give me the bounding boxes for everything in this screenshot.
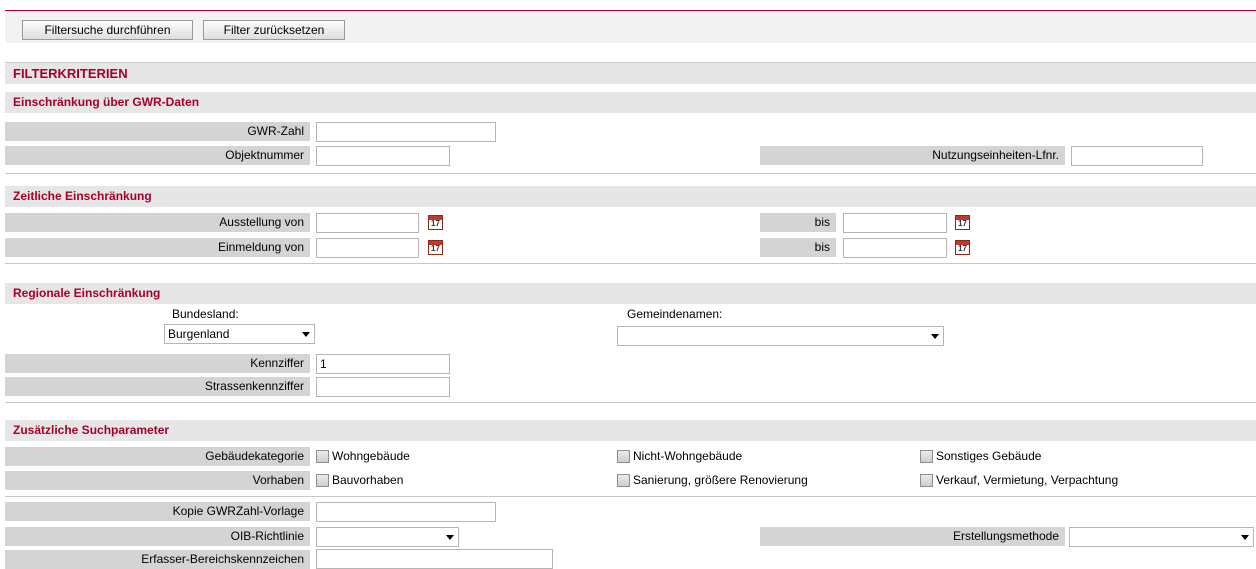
divider — [5, 402, 1256, 403]
gwr-zahl-label: GWR-Zahl — [5, 122, 310, 141]
objektnummer-label: Objektnummer — [5, 146, 310, 165]
gebaeudekategorie-label: Gebäudekategorie — [5, 447, 310, 466]
section-regional-title: Regionale Einschränkung — [5, 283, 1256, 304]
checkbox-label: Sonstiges Gebäude — [936, 449, 1042, 463]
ausstellung-bis-label: bis — [760, 213, 836, 232]
einmeldung-from-input[interactable] — [316, 238, 419, 258]
filter-reset-button[interactable]: Filter zurücksetzen — [203, 20, 345, 40]
checkbox-bauvorhaben[interactable] — [316, 474, 329, 487]
erstellungsmethode-select[interactable] — [1069, 527, 1254, 547]
ausstellung-to-input[interactable] — [843, 213, 947, 233]
gemeinde-label: Gemeindenamen: — [627, 307, 723, 321]
divider — [5, 173, 1256, 174]
bundesland-value: Burgenland — [168, 327, 230, 341]
objektnummer-input[interactable] — [316, 146, 450, 166]
checkbox-label: Sanierung, größere Renovierung — [633, 473, 808, 487]
gwr-zahl-input[interactable] — [316, 122, 496, 142]
chevron-down-icon — [931, 334, 939, 339]
vorhaben-label: Vorhaben — [5, 471, 310, 490]
checkbox-label: Nicht-Wohngebäude — [633, 449, 743, 463]
strassenkennziffer-label: Strassenkennziffer — [5, 377, 310, 396]
kopie-vorlage-input[interactable] — [316, 502, 496, 522]
checkbox-verkauf[interactable] — [920, 474, 933, 487]
filter-search-button[interactable]: Filtersuche durchführen — [22, 20, 193, 40]
kopie-vorlage-label: Kopie GWRZahl-Vorlage — [5, 502, 310, 521]
oib-richtlinie-label: OIB-Richtlinie — [5, 527, 310, 546]
checkbox-sanierung[interactable] — [617, 474, 630, 487]
checkbox-wohngebaeude[interactable] — [316, 450, 329, 463]
calendar-icon[interactable]: 17 — [428, 240, 443, 255]
bundesland-label: Bundesland: — [172, 307, 239, 321]
checkbox-label: Wohngebäude — [332, 449, 410, 463]
erstellungsmethode-label: Erstellungsmethode — [760, 527, 1065, 546]
ausstellung-label: Ausstellung von — [5, 213, 310, 232]
kennziffer-label: Kennziffer — [5, 354, 310, 373]
einmeldung-bis-label: bis — [760, 238, 836, 257]
calendar-icon[interactable]: 17 — [428, 215, 443, 230]
nutzungseinheiten-input[interactable] — [1071, 146, 1203, 166]
ausstellung-from-input[interactable] — [316, 213, 419, 233]
erfasser-input[interactable] — [316, 549, 553, 569]
nutzungseinheiten-label: Nutzungseinheiten-Lfnr. — [760, 146, 1065, 165]
section-extra-title: Zusätzliche Suchparameter — [5, 420, 1256, 441]
chevron-down-icon — [302, 332, 310, 337]
section-gwr-title: Einschränkung über GWR-Daten — [5, 92, 1256, 113]
einmeldung-to-input[interactable] — [843, 238, 947, 258]
strassenkennziffer-input[interactable] — [316, 377, 450, 397]
filter-criteria-header: FILTERKRITERIEN — [5, 62, 1256, 84]
chevron-down-icon — [446, 535, 454, 540]
einmeldung-label: Einmeldung von — [5, 238, 310, 257]
checkbox-sonstiges-gebaeude[interactable] — [920, 450, 933, 463]
calendar-icon[interactable]: 17 — [955, 240, 970, 255]
checkbox-nicht-wohngebaeude[interactable] — [617, 450, 630, 463]
section-zeit-title: Zeitliche Einschränkung — [5, 186, 1256, 207]
checkbox-label: Verkauf, Vermietung, Verpachtung — [936, 473, 1119, 487]
chevron-down-icon — [1241, 535, 1249, 540]
divider — [5, 263, 1256, 264]
gemeinde-select[interactable] — [617, 326, 944, 346]
kennziffer-input[interactable] — [316, 354, 450, 374]
calendar-icon[interactable]: 17 — [955, 215, 970, 230]
oib-richtlinie-select[interactable] — [316, 527, 459, 547]
checkbox-label: Bauvorhaben — [332, 473, 404, 487]
divider — [5, 496, 1256, 497]
erfasser-label: Erfasser-Bereichskennzeichen — [5, 550, 310, 569]
bundesland-select[interactable]: Burgenland — [164, 324, 315, 344]
